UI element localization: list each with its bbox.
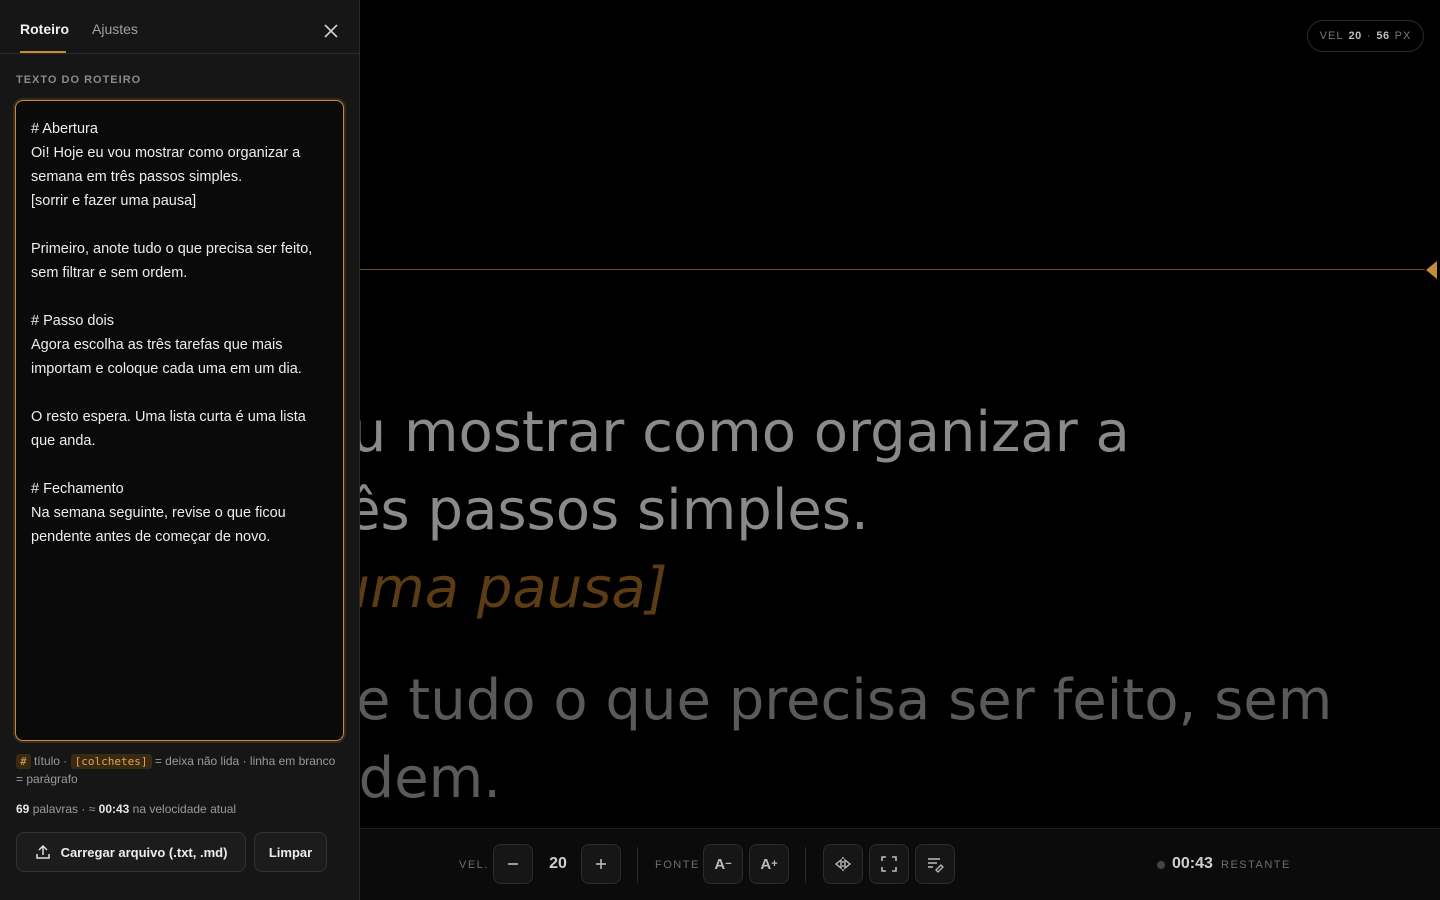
- speed-decrease-button[interactable]: [493, 844, 533, 884]
- tab-roteiro[interactable]: Roteiro: [20, 21, 69, 37]
- mirror-icon: [834, 857, 852, 871]
- speed-size-badge: VEL 20 · 56 PX: [1307, 20, 1424, 52]
- brackets-chip: [colchetes]: [70, 754, 152, 769]
- font-decrease-label: A: [714, 855, 726, 873]
- word-count: 69: [16, 802, 30, 816]
- script-line: m três passos simples.: [230, 478, 869, 543]
- divider: [637, 847, 638, 883]
- status-dot: [1157, 861, 1165, 869]
- panel-tabs: Roteiro Ajustes: [0, 0, 359, 54]
- script-line: m ordem.: [230, 746, 502, 811]
- edit-list-icon: [928, 858, 944, 873]
- editor-line: # Fechamento: [31, 481, 124, 497]
- script-side-panel: Roteiro Ajustes TEXTO DO ROTEIRO # Abert…: [0, 0, 360, 900]
- section-label: TEXTO DO ROTEIRO: [16, 74, 142, 86]
- reading-guide-line: [360, 269, 1425, 270]
- script-heading: a: [230, 280, 1430, 360]
- script-line: anote tudo o que precisa ser feito, sem: [230, 668, 1333, 733]
- editor-line: que anda.: [31, 433, 96, 449]
- plus-icon: +: [771, 858, 778, 870]
- speed-label: VEL.: [459, 859, 489, 871]
- script-view: a u vou mostrar como organizar a m três …: [230, 280, 1430, 818]
- editor-line: # Passo dois: [31, 313, 115, 329]
- upload-button-label: Carregar arquivo (.txt, .md): [60, 844, 228, 860]
- divider: [805, 847, 806, 883]
- script-cue: zer uma pausa]: [230, 556, 668, 621]
- editor-line: importam e coloque cada uma em um dia.: [31, 361, 302, 377]
- editor-line: pendente antes de começar de novo.: [31, 529, 271, 545]
- speed-badge-label: VEL: [1319, 30, 1344, 42]
- plus-icon: [596, 859, 606, 869]
- editor-line: Primeiro, anote tudo o que precisa ser f…: [31, 241, 313, 257]
- speed-badge-speed: 20: [1348, 30, 1362, 42]
- speed-badge-size: 56: [1376, 30, 1390, 42]
- editor-line: [sorrir e fazer uma pausa]: [31, 193, 197, 209]
- editor-line: Na semana seguinte, revise o que ficou: [31, 505, 286, 521]
- editor-line: # Abertura: [31, 121, 98, 137]
- words-label: palavras · ≈: [29, 802, 99, 816]
- hint-text: título ·: [30, 754, 71, 768]
- font-increase-button[interactable]: A +: [749, 844, 789, 884]
- edit-script-button[interactable]: [915, 844, 955, 884]
- active-tab-indicator: [20, 51, 66, 53]
- editor-line: Oi! Hoje eu vou mostrar como organizar a: [31, 145, 301, 161]
- minus-icon: [508, 863, 518, 865]
- script-textarea[interactable]: # Abertura Oi! Hoje eu vou mostrar como o…: [15, 100, 344, 741]
- control-bar: VEL. 20 FONTE A − A + 00:43 RESTANTE: [360, 828, 1440, 900]
- upload-icon: [35, 844, 50, 859]
- time-remaining-label: RESTANTE: [1221, 859, 1291, 871]
- font-label: FONTE: [655, 859, 700, 871]
- fullscreen-button[interactable]: [869, 844, 909, 884]
- syntax-hint: # título · [colchetes] = deixa não lida …: [16, 752, 336, 788]
- fullscreen-icon: [881, 856, 897, 872]
- stats-suffix: na velocidade atual: [129, 802, 237, 816]
- speed-increase-button[interactable]: [581, 844, 621, 884]
- editor-line: semana em três passos simples.: [31, 169, 243, 185]
- minus-icon: −: [725, 858, 732, 870]
- editor-line: sem filtrar e sem ordem.: [31, 265, 188, 281]
- script-line: u vou mostrar como organizar a: [230, 400, 1130, 465]
- speed-value: 20: [549, 855, 567, 872]
- speed-badge-sep: ·: [1366, 30, 1372, 42]
- time-remaining-value: 00:43: [1172, 855, 1213, 872]
- font-decrease-button[interactable]: A −: [703, 844, 743, 884]
- speed-badge-unit: PX: [1394, 30, 1412, 42]
- font-increase-label: A: [760, 855, 772, 873]
- editor-line: O resto espera. Uma lista curta é uma li…: [31, 409, 306, 425]
- estimated-duration: 00:43: [98, 802, 130, 816]
- mirror-button[interactable]: [823, 844, 863, 884]
- reading-guide-marker: [1426, 261, 1437, 279]
- hash-chip: #: [16, 754, 31, 769]
- upload-file-button[interactable]: Carregar arquivo (.txt, .md): [16, 832, 246, 872]
- clear-button[interactable]: Limpar: [254, 832, 327, 872]
- tab-ajustes[interactable]: Ajustes: [92, 21, 138, 37]
- script-stats: 69 palavras · ≈ 00:43 na velocidade atua…: [16, 802, 236, 816]
- close-panel-button[interactable]: [320, 20, 342, 42]
- close-icon: [324, 24, 338, 38]
- clear-button-label: Limpar: [268, 844, 313, 860]
- editor-line: Agora escolha as três tarefas que mais: [31, 337, 283, 353]
